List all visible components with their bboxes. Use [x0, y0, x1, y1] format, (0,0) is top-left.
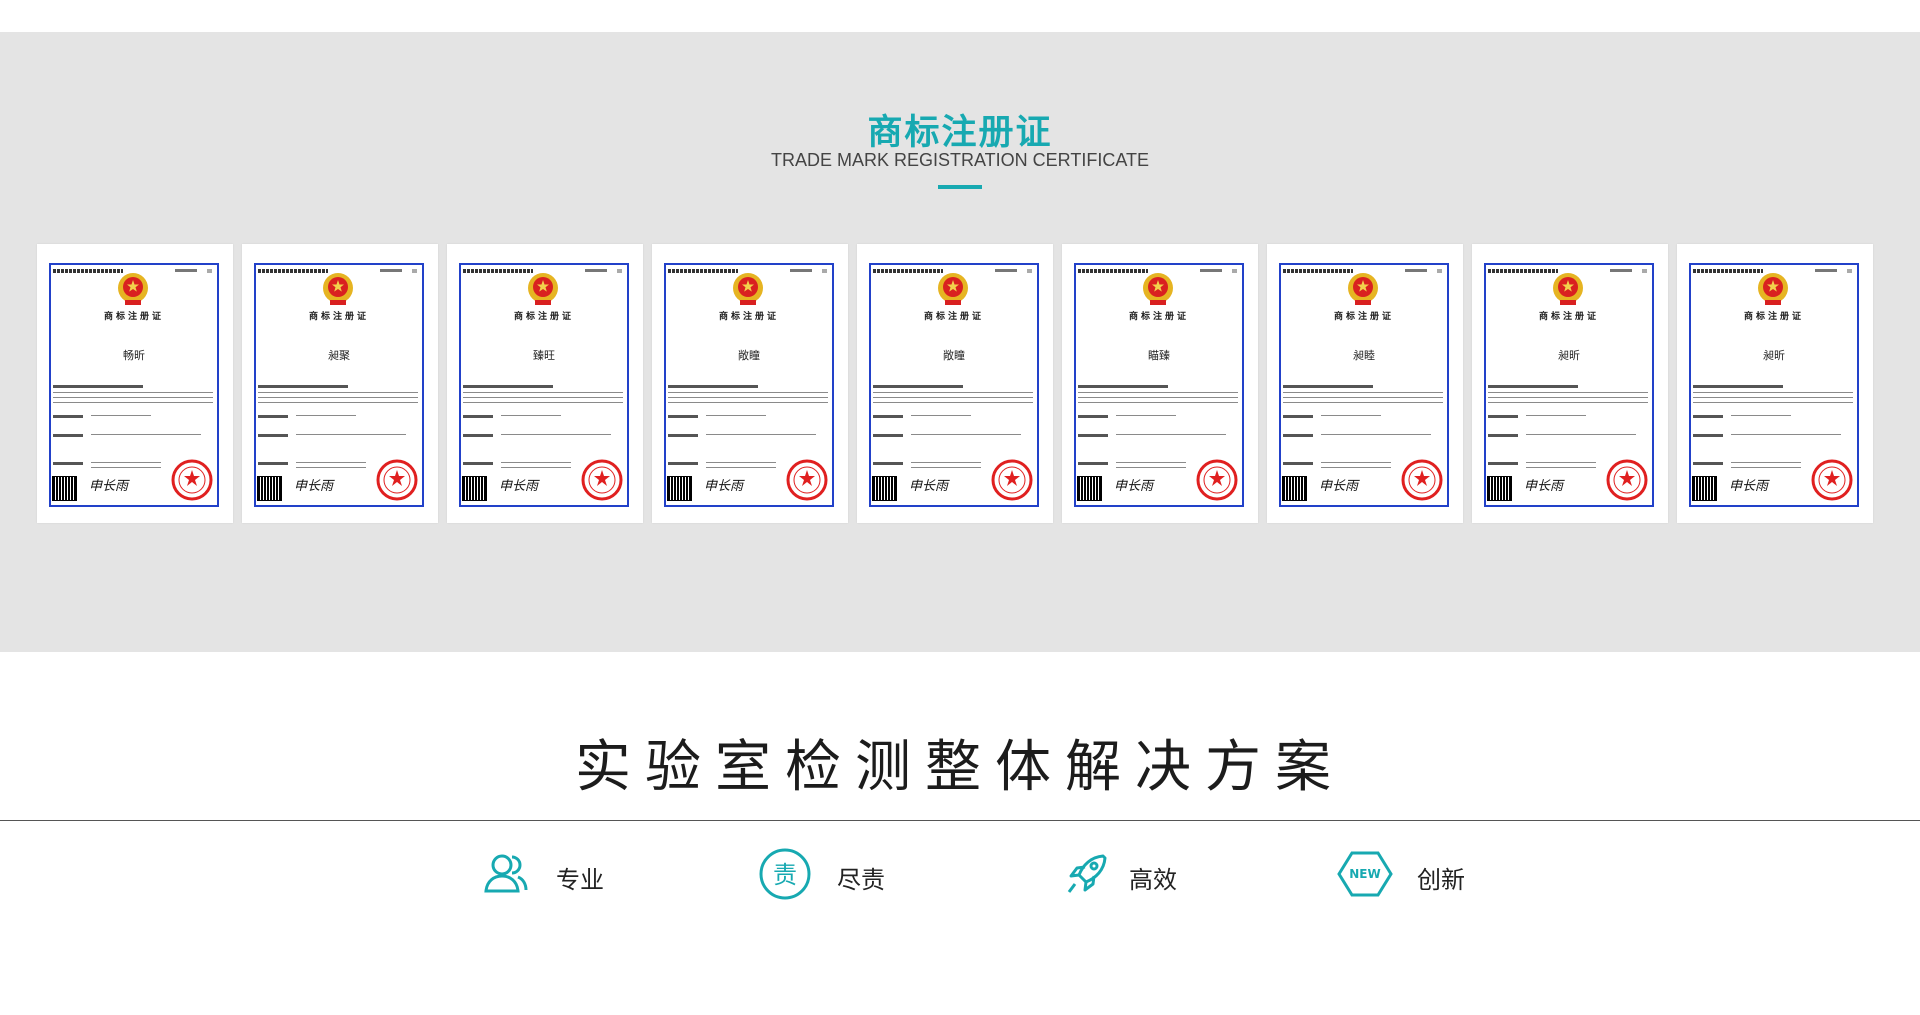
- certificate-heading: 商标注册证: [1743, 312, 1804, 322]
- feature-label: 创新: [1417, 866, 1465, 894]
- signature: 申长雨: [909, 479, 949, 494]
- rocket-icon: [1067, 854, 1107, 893]
- signature: 申长雨: [89, 479, 129, 494]
- national-emblem-icon: [323, 273, 353, 305]
- qr-code: [1077, 476, 1102, 501]
- certificate-document: 商标注册证 昶昕 申长雨: [1689, 263, 1859, 507]
- certificate-card[interactable]: 商标注册证 敞瞳 申长雨: [857, 244, 1053, 523]
- official-seal-icon: [786, 459, 828, 501]
- qr-code: [1487, 476, 1512, 501]
- certificate-card[interactable]: 商标注册证 畅昕 申长雨: [37, 244, 233, 523]
- new-icon-text: NEW: [1349, 867, 1380, 881]
- certificate-card[interactable]: 商标注册证 敞瞳 申长雨: [652, 244, 848, 523]
- certificate-heading: 商标注册证: [513, 312, 574, 322]
- qr-code: [1282, 476, 1307, 501]
- certificate-heading: 商标注册证: [308, 312, 369, 322]
- official-seal-icon: [1606, 459, 1648, 501]
- signature: 申长雨: [294, 479, 334, 494]
- certificate-brand-name: 昶昕: [1763, 349, 1785, 362]
- national-emblem-icon: [938, 273, 968, 305]
- certificate-heading: 商标注册证: [923, 312, 984, 322]
- qr-code: [52, 476, 77, 501]
- national-emblem-icon: [1143, 273, 1173, 305]
- certificate-document: 商标注册证 昶聚 申长雨: [254, 263, 424, 507]
- certificate-document: 商标注册证 瞄臻 申长雨: [1074, 263, 1244, 507]
- certificate-brand-name: 昶睦: [1353, 349, 1375, 362]
- certificate-card[interactable]: 商标注册证 昶昕 申长雨: [1472, 244, 1668, 523]
- title-underline: [938, 185, 982, 189]
- certificate-card[interactable]: 商标注册证 昶昕 申长雨: [1677, 244, 1873, 523]
- certificate-card[interactable]: 商标注册证 臻旺 申长雨: [447, 244, 643, 523]
- signature: 申长雨: [499, 479, 539, 494]
- feature-label: 尽责: [837, 866, 885, 894]
- section-subtitle: TRADE MARK REGISTRATION CERTIFICATE: [770, 150, 1150, 170]
- qr-code: [1692, 476, 1717, 501]
- official-seal-icon: [376, 459, 418, 501]
- responsibility-icon-text: 责: [773, 861, 797, 889]
- official-seal-icon: [1811, 459, 1853, 501]
- national-emblem-icon: [733, 273, 763, 305]
- qr-code: [667, 476, 692, 501]
- national-emblem-icon: [1348, 273, 1378, 305]
- qr-code: [257, 476, 282, 501]
- certificate-brand-name: 瞄臻: [1148, 349, 1170, 362]
- official-seal-icon: [991, 459, 1033, 501]
- certificate-brand-name: 昶聚: [328, 349, 350, 362]
- certificate-brand-name: 昶昕: [1558, 349, 1580, 362]
- certificate-brand-name: 敞瞳: [738, 349, 760, 362]
- official-seal-icon: [1196, 459, 1238, 501]
- national-emblem-icon: [1758, 273, 1788, 305]
- signature: 申长雨: [704, 479, 744, 494]
- certificate-brand-name: 臻旺: [533, 349, 555, 362]
- certificate-document: 商标注册证 昶昕 申长雨: [1484, 263, 1654, 507]
- solutions-title: 实验室检测整体解决方案: [575, 735, 1345, 800]
- certificate-document: 商标注册证 畅昕 申长雨: [49, 263, 219, 507]
- certificate-brand-name: 畅昕: [123, 349, 145, 362]
- new-hexagon-icon: NEW: [1337, 851, 1393, 897]
- certificate-brand-name: 敞瞳: [943, 349, 965, 362]
- responsibility-icon: 责: [759, 848, 811, 900]
- signature: 申长雨: [1729, 479, 1769, 494]
- official-seal-icon: [581, 459, 623, 501]
- signature: 申长雨: [1114, 479, 1154, 494]
- qr-code: [462, 476, 487, 501]
- certificate-heading: 商标注册证: [1333, 312, 1394, 322]
- official-seal-icon: [1401, 459, 1443, 501]
- certificate-document: 商标注册证 敞瞳 申长雨: [869, 263, 1039, 507]
- signature: 申长雨: [1319, 479, 1359, 494]
- national-emblem-icon: [528, 273, 558, 305]
- certificate-document: 商标注册证 臻旺 申长雨: [459, 263, 629, 507]
- feature-label: 专业: [556, 866, 604, 894]
- users-icon: [484, 854, 528, 893]
- certificate-card[interactable]: 商标注册证 昶聚 申长雨: [242, 244, 438, 523]
- certificate-heading: 商标注册证: [1538, 312, 1599, 322]
- official-seal-icon: [171, 459, 213, 501]
- national-emblem-icon: [118, 273, 148, 305]
- signature: 申长雨: [1524, 479, 1564, 494]
- qr-code: [872, 476, 897, 501]
- certificate-card[interactable]: 商标注册证 瞄臻 申长雨: [1062, 244, 1258, 523]
- certificate-list: 商标注册证 畅昕 申长雨 商标注册证 昶聚 申长雨 商标注册证 臻旺 申长雨 商…: [37, 244, 1877, 523]
- certificate-document: 商标注册证 敞瞳 申长雨: [664, 263, 834, 507]
- certificate-heading: 商标注册证: [1128, 312, 1189, 322]
- divider: [0, 820, 1920, 821]
- certificate-document: 商标注册证 昶睦 申长雨: [1279, 263, 1449, 507]
- certificate-heading: 商标注册证: [103, 312, 164, 322]
- certificate-card[interactable]: 商标注册证 昶睦 申长雨: [1267, 244, 1463, 523]
- national-emblem-icon: [1553, 273, 1583, 305]
- certificate-heading: 商标注册证: [718, 312, 779, 322]
- section-title: 商标注册证: [867, 113, 1053, 153]
- feature-label: 高效: [1129, 866, 1177, 894]
